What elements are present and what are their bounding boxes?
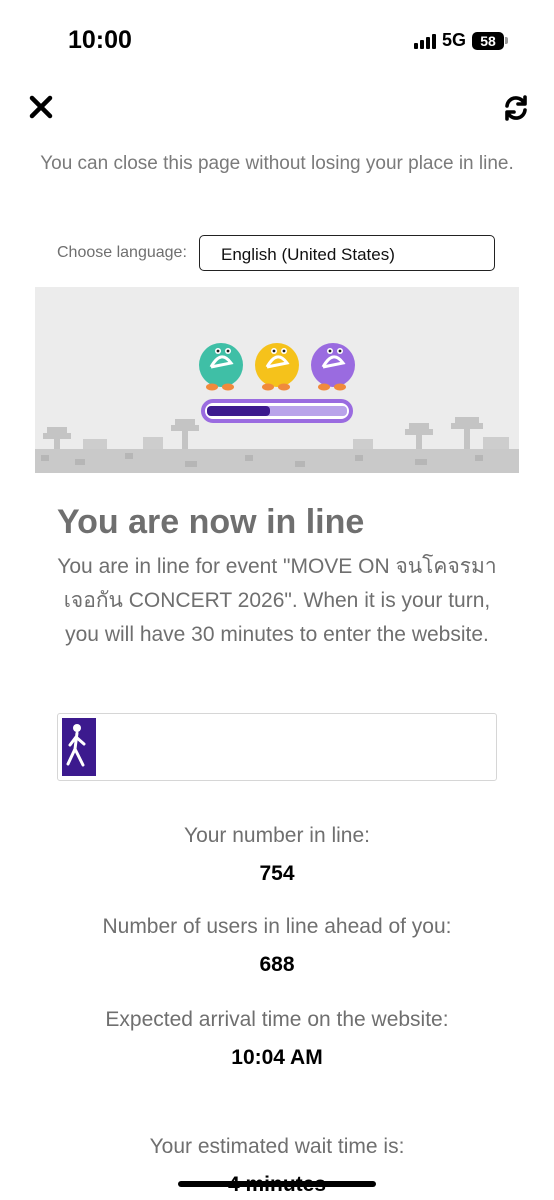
number-in-line: Your number in line: 754: [0, 824, 554, 886]
status-bar: 10:00 5G 58: [0, 0, 554, 80]
close-page-notice: You can close this page without losing y…: [40, 153, 514, 174]
queue-banner-illustration: [35, 343, 519, 473]
language-label: Choose language:: [57, 244, 187, 261]
estimated-wait: Your estimated wait time is: 4 minutes: [0, 1135, 554, 1197]
close-icon[interactable]: [28, 94, 54, 120]
expected-arrival-label: Expected arrival time on the website:: [105, 1008, 449, 1031]
language-row: Choose language: English (United States): [57, 235, 497, 273]
banner-progress-fill: [207, 406, 270, 416]
users-ahead-value: 688: [259, 953, 295, 976]
battery-level: 58: [472, 31, 504, 50]
walking-person-icon: [66, 724, 86, 767]
expected-arrival: Expected arrival time on the website: 10…: [0, 1008, 554, 1070]
home-indicator: [178, 1181, 376, 1187]
expected-arrival-value: 10:04 AM: [231, 1046, 323, 1069]
purple-character-icon: [311, 343, 355, 391]
event-description: You are in line for event "MOVE ON จนโคจ…: [57, 555, 497, 646]
estimated-wait-label: Your estimated wait time is:: [149, 1135, 405, 1158]
language-select[interactable]: English (United States): [199, 235, 495, 271]
status-indicators: 5G 58: [413, 30, 508, 51]
number-in-line-value: 754: [259, 862, 295, 885]
page-title: You are now in line: [57, 503, 365, 541]
queue-banner: [35, 287, 519, 473]
battery-icon: 58: [472, 31, 508, 50]
queue-progress-bar: [57, 713, 497, 781]
status-time: 10:00: [68, 26, 132, 54]
users-ahead-label: Number of users in line ahead of you:: [102, 915, 452, 938]
teal-character-icon: [199, 343, 243, 391]
signal-icon: [413, 33, 436, 49]
number-in-line-label: Your number in line:: [183, 824, 370, 847]
network-type: 5G: [441, 30, 466, 50]
users-ahead: Number of users in line ahead of you: 68…: [0, 915, 554, 977]
yellow-character-icon: [255, 343, 299, 391]
refresh-icon[interactable]: [502, 94, 530, 122]
